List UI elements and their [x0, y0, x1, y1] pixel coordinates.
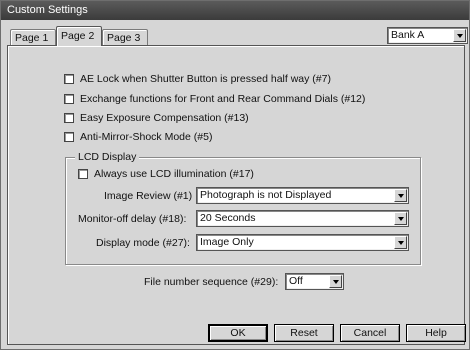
image-review-label: Image Review (#1): [104, 190, 193, 202]
chevron-down-icon[interactable]: [394, 189, 407, 202]
display-mode-label: Display mode (#27):: [96, 237, 190, 249]
easy-exposure-label: Easy Exposure Compensation (#13): [80, 111, 249, 124]
bank-select[interactable]: Bank A: [387, 27, 468, 44]
ae-lock-checkbox[interactable]: [64, 74, 74, 84]
window-title: Custom Settings: [1, 1, 469, 20]
lcd-display-group-label: LCD Display: [75, 151, 140, 163]
monitor-off-label: Monitor-off delay (#18):: [78, 213, 187, 225]
file-number-value: Off: [289, 275, 303, 287]
chevron-down-icon[interactable]: [394, 212, 407, 225]
display-mode-value: Image Only: [200, 236, 254, 248]
chevron-down-icon[interactable]: [453, 29, 466, 42]
reset-button-mnemonic: R: [290, 327, 298, 339]
tab-page-1[interactable]: Page 1: [10, 29, 56, 45]
option-exchange-dials[interactable]: Exchange functions for Front and Rear Co…: [64, 92, 365, 106]
always-lcd-illumination-label: Always use LCD illumination (#17): [94, 167, 254, 180]
option-always-lcd-illumination[interactable]: Always use LCD illumination (#17): [78, 167, 254, 181]
file-number-label: File number sequence (#29):: [144, 276, 279, 288]
bank-select-value: Bank A: [391, 29, 425, 41]
option-anti-mirror-shock[interactable]: Anti-Mirror-Shock Mode (#5): [64, 130, 212, 144]
always-lcd-illumination-checkbox[interactable]: [78, 169, 88, 179]
chevron-down-icon[interactable]: [394, 236, 407, 249]
reset-button[interactable]: Reset: [274, 324, 334, 342]
monitor-off-select[interactable]: 20 Seconds: [196, 210, 409, 227]
monitor-off-value: 20 Seconds: [200, 212, 256, 224]
tab-page-2[interactable]: Page 2: [56, 26, 102, 46]
custom-settings-window: Custom Settings Page 1 Page 2 Page 3 Ban…: [0, 0, 470, 350]
image-review-value: Photograph is not Displayed: [200, 189, 332, 201]
ae-lock-label: AE Lock when Shutter Button is pressed h…: [80, 72, 331, 85]
ok-button-mnemonic: O: [230, 327, 239, 339]
ok-button-label: K: [238, 327, 246, 339]
file-number-select[interactable]: Off: [285, 273, 344, 290]
anti-mirror-shock-checkbox[interactable]: [64, 132, 74, 142]
anti-mirror-shock-label: Anti-Mirror-Shock Mode (#5): [80, 130, 213, 143]
tab-page-3[interactable]: Page 3: [102, 29, 148, 45]
cancel-button-label: ancel: [361, 327, 387, 339]
easy-exposure-checkbox[interactable]: [64, 113, 74, 123]
exchange-dials-checkbox[interactable]: [64, 94, 74, 104]
chevron-down-icon[interactable]: [329, 275, 342, 288]
exchange-dials-label: Exchange functions for Front and Rear Co…: [80, 92, 366, 105]
option-easy-exposure[interactable]: Easy Exposure Compensation (#13): [64, 111, 249, 125]
help-button-mnemonic: H: [425, 327, 433, 339]
option-ae-lock[interactable]: AE Lock when Shutter Button is pressed h…: [64, 72, 331, 86]
image-review-select[interactable]: Photograph is not Displayed: [196, 187, 409, 204]
ok-button[interactable]: OK: [208, 324, 268, 342]
reset-button-label: eset: [297, 327, 318, 339]
cancel-button[interactable]: Cancel: [340, 324, 400, 342]
help-button[interactable]: Help: [406, 324, 466, 342]
display-mode-select[interactable]: Image Only: [196, 234, 409, 251]
help-button-label: elp: [432, 327, 447, 339]
